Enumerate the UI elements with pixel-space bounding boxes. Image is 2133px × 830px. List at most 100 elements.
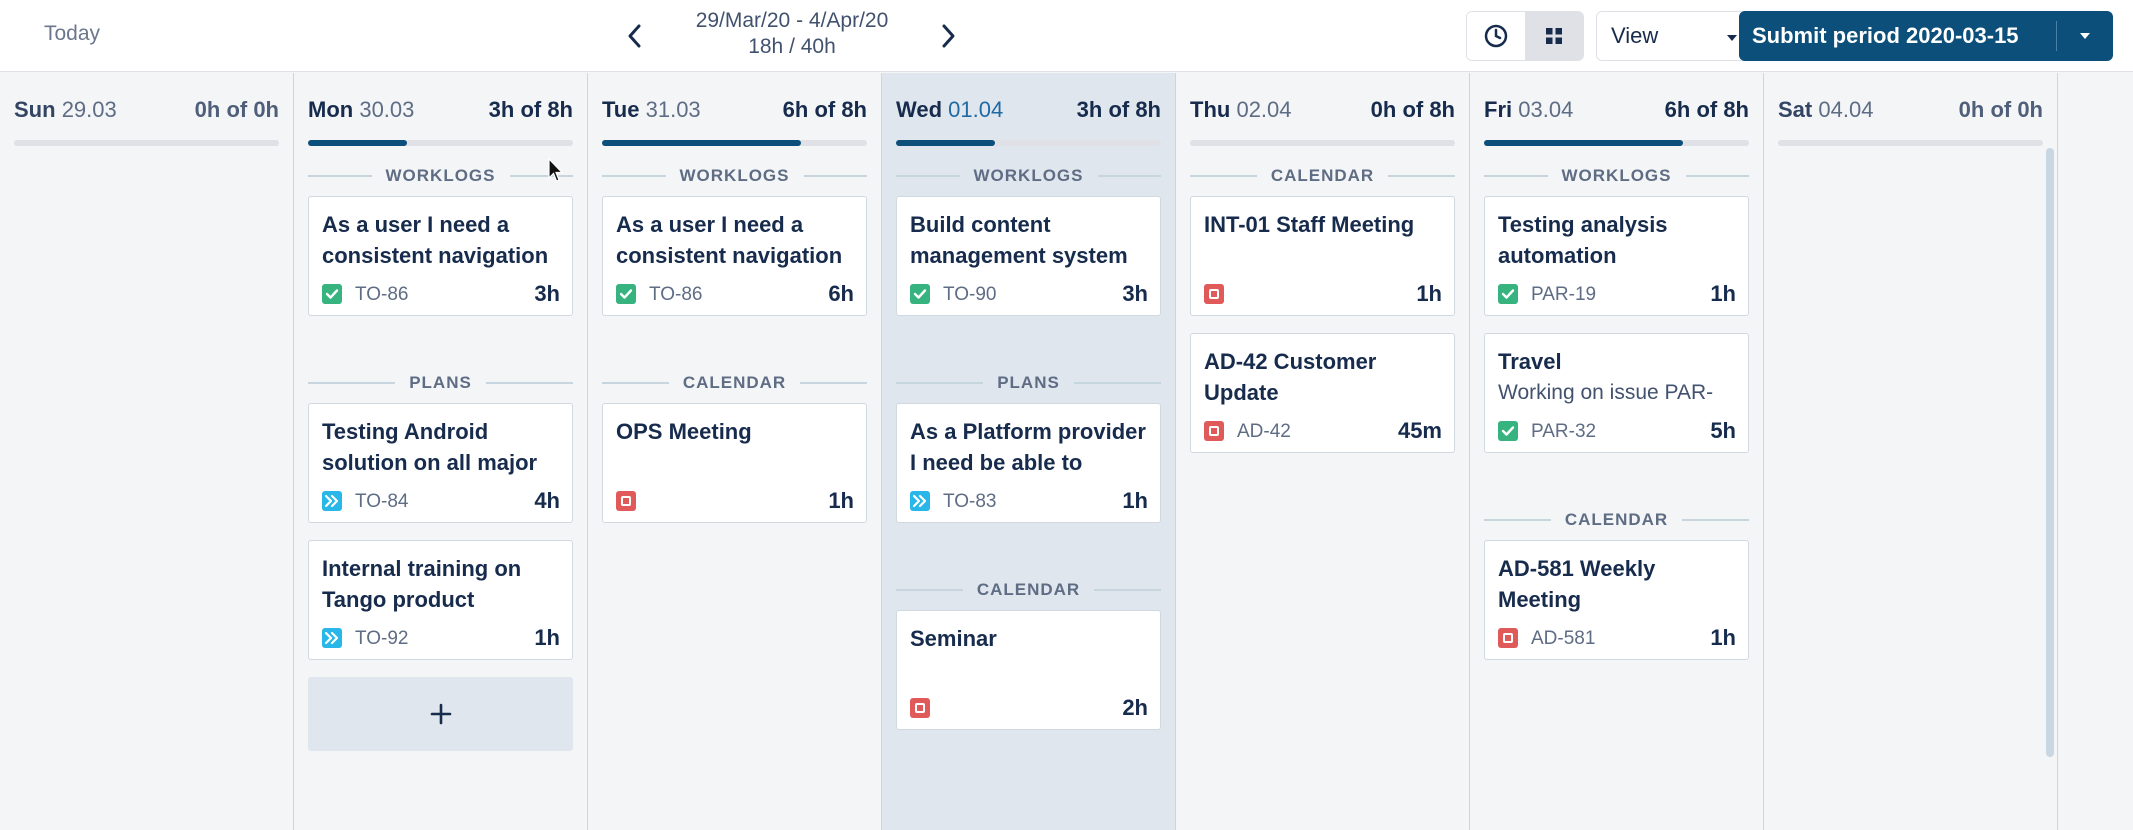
card-duration: 5h bbox=[1710, 418, 1736, 443]
day-progress-bar bbox=[1484, 140, 1749, 146]
caret-down-icon bbox=[1725, 23, 1739, 49]
view-dropdown[interactable]: View bbox=[1596, 11, 1754, 61]
day-column-sun: Sun 29.03 0h of 0h bbox=[0, 73, 294, 830]
day-date: 01.04 bbox=[948, 97, 1004, 122]
day-header: Wed 01.04 3h of 8h bbox=[882, 73, 1175, 123]
day-column-sat: Sat 04.04 0h of 0h bbox=[1764, 73, 2058, 830]
issue-key[interactable]: TO-92 bbox=[355, 628, 409, 650]
card-title: OPS Meeting bbox=[616, 419, 752, 444]
issue-key[interactable]: PAR-19 bbox=[1531, 284, 1596, 306]
calendar-card[interactable]: OPS Meeting 1h bbox=[602, 403, 867, 523]
section-label-plans: PLANS bbox=[896, 373, 1161, 393]
calendar-event-icon bbox=[1204, 421, 1224, 441]
day-column-wed: Wed 01.04 3h of 8h WORKLOGS Build content m… bbox=[882, 73, 1176, 830]
card-duration: 1h bbox=[1122, 488, 1148, 513]
plan-card[interactable]: As a Platform provider I need be able to… bbox=[896, 403, 1161, 523]
worklog-card[interactable]: Testing analysis automation PAR-19 1h bbox=[1484, 196, 1749, 316]
section-label-plans: PLANS bbox=[308, 373, 573, 393]
section-label-text: CALENDAR bbox=[682, 373, 787, 392]
issue-key[interactable]: TO-84 bbox=[355, 491, 409, 513]
day-of-week: Thu bbox=[1190, 97, 1231, 122]
plan-card[interactable]: Internal training on Tango product TO-92 1… bbox=[308, 540, 573, 660]
day-progress-fill bbox=[602, 140, 801, 146]
timeline-view-button[interactable] bbox=[1467, 12, 1525, 60]
toolbar: Today 29/Mar/20 - 4/Apr/20 18h / 40h Vie… bbox=[0, 0, 2133, 72]
day-hours: 6h of 8h bbox=[1664, 97, 1749, 122]
issue-key[interactable]: AD-42 bbox=[1237, 421, 1291, 443]
day-hours: 0h of 0h bbox=[194, 97, 279, 122]
day-of-week: Mon bbox=[308, 97, 354, 122]
issue-key[interactable]: TO-86 bbox=[355, 284, 409, 306]
grid-view-button[interactable] bbox=[1525, 12, 1583, 60]
section-label-text: CALENDAR bbox=[1270, 166, 1375, 185]
card-title: Build content management system bbox=[910, 212, 1128, 268]
period-hours: 18h / 40h bbox=[748, 35, 836, 58]
worklog-card[interactable]: As a user I need a consistent navigation… bbox=[308, 196, 573, 316]
plan-chevrons-icon bbox=[322, 628, 342, 648]
day-column-mon: Mon 30.03 3h of 8h WORKLOGS As a user I nee… bbox=[294, 73, 588, 830]
card-title: INT-01 Staff Meeting bbox=[1204, 212, 1415, 237]
card-title: Testing Android solution on all major bbox=[322, 419, 538, 475]
week-grid: Sun 29.03 0h of 0h Mon 30.03 3h of 8h WORKLO… bbox=[0, 73, 2133, 830]
card-title: Testing analysis automation bbox=[1498, 212, 1668, 268]
section-label-calendar: CALENDAR bbox=[1190, 166, 1455, 186]
story-checkbox-icon bbox=[1498, 421, 1518, 441]
today-button[interactable]: Today bbox=[44, 22, 100, 46]
card-duration: 6h bbox=[828, 281, 854, 306]
day-date: 04.04 bbox=[1818, 97, 1874, 122]
calendar-card[interactable]: AD-42 Customer Update AD-42 45m bbox=[1190, 333, 1455, 453]
calendar-card[interactable]: INT-01 Staff Meeting 1h bbox=[1190, 196, 1455, 316]
day-header: Sun 29.03 0h of 0h bbox=[0, 73, 293, 123]
period-range: 29/Mar/20 - 4/Apr/20 bbox=[695, 9, 889, 32]
caret-down-icon bbox=[2080, 33, 2090, 39]
grid-icon bbox=[1546, 28, 1562, 44]
day-date: 29.03 bbox=[61, 97, 117, 122]
day-date: 31.03 bbox=[645, 97, 701, 122]
day-hours: 0h of 0h bbox=[1958, 97, 2043, 122]
plus-icon bbox=[430, 703, 451, 725]
card-title: As a Platform provider I need be able to bbox=[910, 419, 1146, 475]
card-title: As a user I need a consistent navigation bbox=[616, 212, 843, 268]
worklog-card[interactable]: Build content management system TO-90 3h bbox=[896, 196, 1161, 316]
day-header: Fri 03.04 6h of 8h bbox=[1470, 73, 1763, 123]
day-of-week: Wed bbox=[896, 97, 943, 122]
card-duration: 1h bbox=[1710, 281, 1736, 306]
card-duration: 2h bbox=[1122, 695, 1148, 720]
day-header: Tue 31.03 6h of 8h bbox=[588, 73, 881, 123]
card-title: As a user I need a consistent navigation bbox=[322, 212, 549, 268]
plan-card[interactable]: Testing Android solution on all major TO-… bbox=[308, 403, 573, 523]
day-header: Mon 30.03 3h of 8h bbox=[294, 73, 587, 123]
plan-chevrons-icon bbox=[322, 491, 342, 511]
vertical-scrollbar[interactable] bbox=[2046, 148, 2054, 757]
calendar-card[interactable]: AD-581 Weekly Meeting AD-581 1h bbox=[1484, 540, 1749, 660]
issue-key[interactable]: PAR-32 bbox=[1531, 421, 1596, 443]
calendar-card[interactable]: Seminar 2h bbox=[896, 610, 1161, 730]
worklog-card[interactable]: Travel Working on issue PAR- PAR-32 5h bbox=[1484, 333, 1749, 453]
view-mode-toggle bbox=[1466, 11, 1584, 61]
section-label-text: WORKLOGS bbox=[679, 166, 790, 185]
day-hours: 3h of 8h bbox=[488, 97, 573, 122]
worklog-card[interactable]: As a user I need a consistent navigation… bbox=[602, 196, 867, 316]
day-column-tue: Tue 31.03 6h of 8h WORKLOGS As a user I nee… bbox=[588, 73, 882, 830]
previous-period-button[interactable] bbox=[615, 16, 655, 56]
submit-options-dropdown[interactable] bbox=[2057, 11, 2113, 61]
next-period-button[interactable] bbox=[928, 16, 968, 56]
add-entry-button[interactable] bbox=[308, 677, 573, 751]
day-date: 30.03 bbox=[359, 97, 415, 122]
card-duration: 1h bbox=[534, 625, 560, 650]
period-selector[interactable]: 29/Mar/20 - 4/Apr/20 18h / 40h bbox=[660, 8, 924, 60]
issue-key[interactable]: TO-86 bbox=[649, 284, 703, 306]
day-of-week: Sun bbox=[14, 97, 56, 122]
calendar-event-icon bbox=[1498, 628, 1518, 648]
section-label-text: CALENDAR bbox=[976, 580, 1081, 599]
issue-key[interactable]: AD-581 bbox=[1531, 628, 1595, 650]
submit-period-button[interactable]: Submit period 2020-03-15 bbox=[1739, 11, 2113, 61]
day-progress-bar bbox=[1190, 140, 1455, 146]
day-progress-fill bbox=[308, 140, 408, 146]
day-progress-bar bbox=[308, 140, 573, 146]
card-duration: 4h bbox=[534, 488, 560, 513]
issue-key[interactable]: TO-90 bbox=[943, 284, 997, 306]
issue-key[interactable]: TO-83 bbox=[943, 491, 997, 513]
day-hours: 3h of 8h bbox=[1076, 97, 1161, 122]
card-duration: 3h bbox=[534, 281, 560, 306]
